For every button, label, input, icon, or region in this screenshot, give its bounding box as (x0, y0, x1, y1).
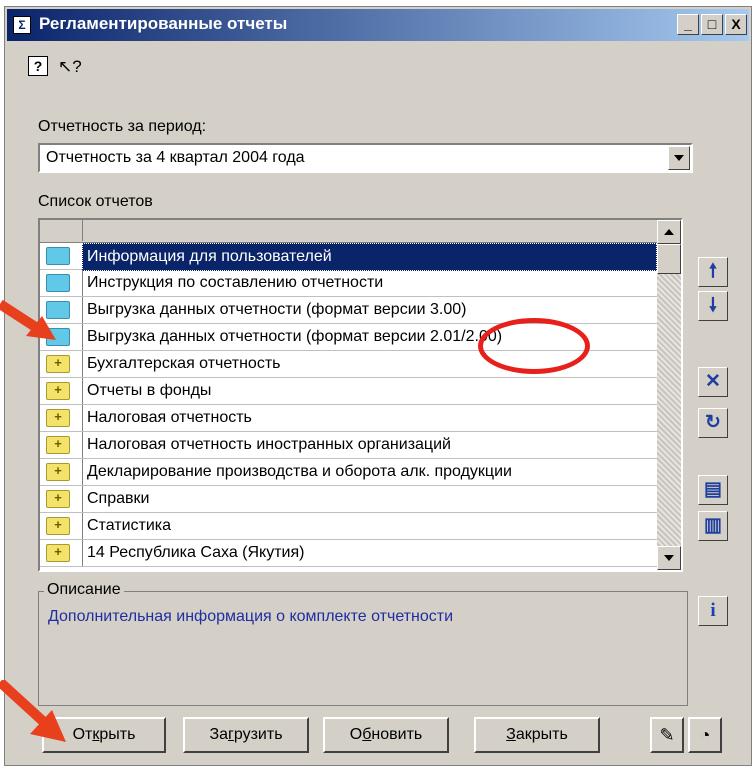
minimize-button[interactable]: _ (677, 14, 699, 35)
report-list[interactable]: Информация для пользователей Инструкция … (38, 218, 683, 572)
film-icon-button[interactable]: ✎ (650, 717, 684, 753)
close-button[interactable]: Закрыть (474, 717, 600, 753)
maximize-button[interactable]: □ (701, 14, 723, 35)
whats-this-icon[interactable]: ↖? (58, 56, 82, 78)
folder-plus-icon: + (46, 355, 70, 373)
list-item[interactable]: Выгрузка данных отчетности (формат верси… (40, 297, 657, 324)
chevron-down-icon (674, 155, 684, 161)
list-item-label: Декларирование производства и оборота ал… (82, 459, 657, 485)
period-label: Отчетность за период: (38, 118, 207, 135)
list-item[interactable]: + Отчеты в фонды (40, 378, 657, 405)
close-label-post: акрыть (515, 726, 568, 743)
folder-plus-icon: + (46, 463, 70, 481)
refresh-label-post: новить (371, 726, 423, 743)
annotation-circle (478, 318, 590, 374)
load-label-post: рузить (233, 726, 283, 743)
list-item[interactable]: + Налоговая отчетность иностранных органи… (40, 432, 657, 459)
refresh-list-button[interactable]: ↻ (698, 408, 728, 438)
delete-button[interactable]: ✕ (698, 367, 728, 397)
list-item[interactable]: Информация для пользователей (40, 243, 657, 271)
list-item-label: Справки (82, 486, 657, 512)
folder-plus-icon: + (46, 544, 70, 562)
load-label-pre: За (209, 726, 229, 743)
scroll-up-button[interactable] (657, 220, 681, 244)
list-item-label: Налоговая отчетность иностранных организ… (82, 432, 657, 458)
info-button[interactable]: i (698, 596, 728, 626)
list-header (40, 220, 657, 243)
folder-plus-icon: + (46, 436, 70, 454)
period-value: Отчетность за 4 квартал 2004 года (46, 149, 305, 166)
period-select[interactable]: Отчетность за 4 квартал 2004 года (38, 143, 693, 173)
list-item[interactable]: + Статистика (40, 513, 657, 540)
help-icon[interactable]: ? (28, 56, 48, 76)
folder-icon (46, 247, 70, 265)
list-item[interactable]: + Справки (40, 486, 657, 513)
scroll-thumb[interactable] (657, 244, 681, 274)
list-item-label: 14 Республика Саха (Якутия) (82, 540, 657, 566)
list-item[interactable]: + Декларирование производства и оборота а… (40, 459, 657, 486)
folder-plus-icon: + (46, 409, 70, 427)
chevron-down-icon (664, 555, 674, 561)
refresh-label-pre: О (349, 726, 363, 743)
load-button[interactable]: Загрузить (183, 717, 309, 753)
move-down-button[interactable]: 🠗 (698, 291, 728, 321)
folder-plus-icon: + (46, 490, 70, 508)
description-legend: Описание (44, 581, 124, 599)
list-item-label: Информация для пользователей (82, 243, 657, 271)
scroll-down-button[interactable] (657, 546, 681, 570)
folder-plus-icon: + (46, 517, 70, 535)
load-report-button[interactable]: ▥ (698, 511, 728, 541)
list-item[interactable]: + Налоговая отчетность (40, 405, 657, 432)
close-window-button[interactable]: X (725, 14, 747, 35)
app-icon: Σ (13, 16, 31, 34)
list-item-label: Статистика (82, 513, 657, 539)
move-up-button[interactable]: 🠕 (698, 257, 728, 287)
folder-plus-icon: + (46, 382, 70, 400)
list-item-label: Выгрузка данных отчетности (формат верси… (82, 297, 657, 323)
list-item-label: Налоговая отчетность (82, 405, 657, 431)
list-item-label: Инструкция по составлению отчетности (82, 270, 657, 296)
chevron-up-icon (664, 229, 674, 235)
palette-icon-button[interactable]: ◔ (688, 717, 722, 753)
annotation-arrow-bottom (0, 680, 66, 742)
save-report-button[interactable]: ▤ (698, 475, 728, 505)
list-scrollbar[interactable] (657, 220, 681, 570)
annotation-arrow-top (0, 300, 56, 340)
list-item[interactable]: +14 Республика Саха (Якутия) (40, 540, 657, 567)
window-title: Регламентированные отчеты (39, 14, 288, 33)
open-label-pre: От (72, 726, 93, 743)
folder-icon (46, 274, 70, 292)
list-item-label: Отчеты в фонды (82, 378, 657, 404)
close-label-hotkey: З (506, 726, 516, 743)
list-item[interactable]: Инструкция по составлению отчетности (40, 270, 657, 297)
reports-label: Список отчетов (38, 193, 153, 210)
description-text: Дополнительная информация о комплекте от… (48, 608, 454, 625)
dropdown-button[interactable] (668, 146, 690, 170)
refresh-button[interactable]: Обновить (323, 717, 449, 753)
title-bar[interactable]: Σ Регламентированные отчеты _ □ X (7, 9, 749, 41)
refresh-label-hotkey: б (362, 726, 372, 743)
open-label-post: рыть (99, 726, 136, 743)
